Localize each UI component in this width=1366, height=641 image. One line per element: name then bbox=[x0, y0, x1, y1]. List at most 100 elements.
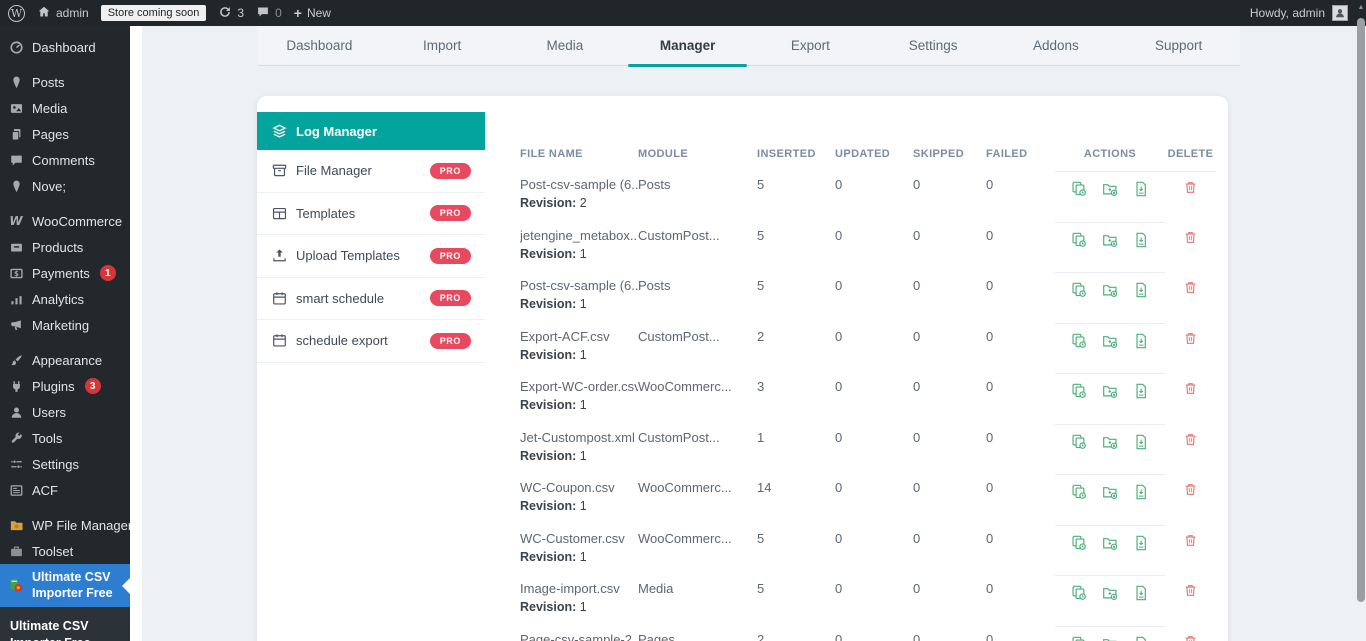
sidebar-item-marketing[interactable]: Marketing bbox=[0, 312, 130, 338]
site-name: admin bbox=[56, 6, 89, 20]
scrollbar-up-arrow[interactable]: ▲ bbox=[1356, 4, 1366, 11]
sidebar-item-pages[interactable]: Pages bbox=[0, 121, 130, 147]
panel-item-smart-schedule[interactable]: smart schedule PRO bbox=[257, 278, 485, 321]
comments-menu[interactable]: 0 bbox=[256, 5, 282, 22]
sidebar-item-media[interactable]: Media bbox=[0, 95, 130, 121]
download-file-button[interactable] bbox=[1132, 382, 1150, 403]
delete-log-button[interactable] bbox=[1183, 381, 1198, 399]
remove-uploaded-file-button[interactable] bbox=[1101, 483, 1119, 504]
tab-import[interactable]: Import bbox=[381, 26, 504, 65]
file-name: Export-ACF.csv bbox=[520, 323, 638, 344]
sidebar-item-products[interactable]: Products bbox=[0, 234, 130, 260]
download-file-button[interactable] bbox=[1132, 635, 1150, 641]
sidebar-item-plugins[interactable]: Plugins 3 bbox=[0, 373, 130, 399]
download-file-button[interactable] bbox=[1132, 281, 1150, 302]
sidebar-item-settings[interactable]: Settings bbox=[0, 451, 130, 477]
actions-cell bbox=[1055, 222, 1165, 273]
tab-addons[interactable]: Addons bbox=[995, 26, 1118, 65]
delete-cell bbox=[1165, 474, 1216, 525]
remove-uploaded-file-button[interactable] bbox=[1101, 534, 1119, 555]
delete-log-button[interactable] bbox=[1183, 230, 1198, 248]
sidebar-item-dashboard[interactable]: Dashboard bbox=[0, 34, 130, 60]
howdy-text[interactable]: Howdy, admin bbox=[1250, 6, 1325, 20]
avatar[interactable] bbox=[1332, 5, 1348, 21]
failed-cell: 0 bbox=[986, 171, 1055, 222]
calendar-icon bbox=[271, 332, 288, 349]
delete-log-button[interactable] bbox=[1183, 280, 1198, 298]
delete-log-button[interactable] bbox=[1183, 432, 1198, 450]
sidebar-item-comments[interactable]: Comments bbox=[0, 147, 130, 173]
view-log-button[interactable] bbox=[1070, 281, 1088, 302]
trash-icon bbox=[1183, 230, 1198, 248]
home-icon bbox=[37, 5, 51, 22]
panel-item-file-manager[interactable]: File Manager PRO bbox=[257, 150, 485, 193]
delete-log-button[interactable] bbox=[1183, 482, 1198, 500]
remove-uploaded-file-button[interactable] bbox=[1101, 584, 1119, 605]
tab-media[interactable]: Media bbox=[504, 26, 627, 65]
tab-dashboard[interactable]: Dashboard bbox=[258, 26, 381, 65]
remove-uploaded-file-button[interactable] bbox=[1101, 281, 1119, 302]
view-log-button[interactable] bbox=[1070, 332, 1088, 353]
view-log-button[interactable] bbox=[1070, 433, 1088, 454]
site-menu[interactable]: admin bbox=[37, 5, 89, 22]
download-file-button[interactable] bbox=[1132, 231, 1150, 252]
delete-log-button[interactable] bbox=[1183, 634, 1198, 641]
delete-log-button[interactable] bbox=[1183, 533, 1198, 551]
file-history-icon bbox=[1070, 534, 1088, 555]
download-file-button[interactable] bbox=[1132, 180, 1150, 201]
sidebar-item-ultimate-csv-importer[interactable]: Ultimate CSV Importer Free bbox=[0, 564, 130, 607]
user-icon bbox=[8, 404, 24, 420]
download-file-button[interactable] bbox=[1132, 534, 1150, 555]
delete-log-button[interactable] bbox=[1183, 331, 1198, 349]
sidebar-item-toolset[interactable]: Toolset bbox=[0, 538, 130, 564]
sidebar-item-posts[interactable]: Posts bbox=[0, 69, 130, 95]
updates-menu[interactable]: 3 bbox=[218, 5, 244, 22]
download-file-button[interactable] bbox=[1132, 584, 1150, 605]
sidebar-item-woocommerce[interactable]: W WooCommerce bbox=[0, 208, 130, 234]
view-log-button[interactable] bbox=[1070, 231, 1088, 252]
new-content-menu[interactable]: + New bbox=[294, 6, 331, 20]
file-name: WC-Coupon.csv bbox=[520, 474, 638, 495]
plugin-tabs: Dashboard Import Media Manager Export Se… bbox=[258, 26, 1240, 66]
sidebar-item-appearance[interactable]: Appearance bbox=[0, 347, 130, 373]
sidebar-item-tools[interactable]: Tools bbox=[0, 425, 130, 451]
sidebar-item-payments[interactable]: $ Payments 1 bbox=[0, 260, 130, 286]
panel-item-log-manager[interactable]: Log Manager bbox=[257, 112, 485, 150]
remove-uploaded-file-button[interactable] bbox=[1101, 382, 1119, 403]
sidebar-item-wp-file-manager[interactable]: WP File Manager bbox=[0, 512, 130, 538]
wordpress-logo-icon[interactable]: W bbox=[8, 5, 25, 22]
submenu-item-ultimate-csv-importer-free[interactable]: Ultimate CSV Importer Free bbox=[0, 615, 130, 641]
delete-cell bbox=[1165, 373, 1216, 424]
view-log-button[interactable] bbox=[1070, 382, 1088, 403]
panel-item-templates[interactable]: Templates PRO bbox=[257, 193, 485, 236]
sidebar-item-users[interactable]: Users bbox=[0, 399, 130, 425]
tab-support[interactable]: Support bbox=[1117, 26, 1240, 65]
pin-icon bbox=[8, 178, 24, 194]
remove-uploaded-file-button[interactable] bbox=[1101, 231, 1119, 252]
tab-export[interactable]: Export bbox=[749, 26, 872, 65]
view-log-button[interactable] bbox=[1070, 584, 1088, 605]
view-log-button[interactable] bbox=[1070, 635, 1088, 641]
sidebar-item-acf[interactable]: ACF bbox=[0, 477, 130, 503]
remove-uploaded-file-button[interactable] bbox=[1101, 332, 1119, 353]
view-log-button[interactable] bbox=[1070, 534, 1088, 555]
panel-item-upload-templates[interactable]: Upload Templates PRO bbox=[257, 235, 485, 278]
sidebar-item-analytics[interactable]: Analytics bbox=[0, 286, 130, 312]
store-coming-soon-badge[interactable]: Store coming soon bbox=[101, 5, 207, 21]
delete-log-button[interactable] bbox=[1183, 583, 1198, 601]
remove-uploaded-file-button[interactable] bbox=[1101, 433, 1119, 454]
view-log-button[interactable] bbox=[1070, 483, 1088, 504]
page-scrollbar[interactable]: ▲ bbox=[1356, 0, 1366, 641]
sidebar-item-nove[interactable]: Nove; bbox=[0, 173, 130, 199]
tab-manager[interactable]: Manager bbox=[626, 26, 749, 65]
remove-uploaded-file-button[interactable] bbox=[1101, 635, 1119, 641]
delete-log-button[interactable] bbox=[1183, 180, 1198, 198]
download-file-button[interactable] bbox=[1132, 433, 1150, 454]
scrollbar-thumb[interactable] bbox=[1357, 18, 1365, 602]
view-log-button[interactable] bbox=[1070, 180, 1088, 201]
panel-item-schedule-export[interactable]: schedule export PRO bbox=[257, 320, 485, 363]
download-file-button[interactable] bbox=[1132, 332, 1150, 353]
download-file-button[interactable] bbox=[1132, 483, 1150, 504]
tab-settings[interactable]: Settings bbox=[872, 26, 995, 65]
remove-uploaded-file-button[interactable] bbox=[1101, 180, 1119, 201]
